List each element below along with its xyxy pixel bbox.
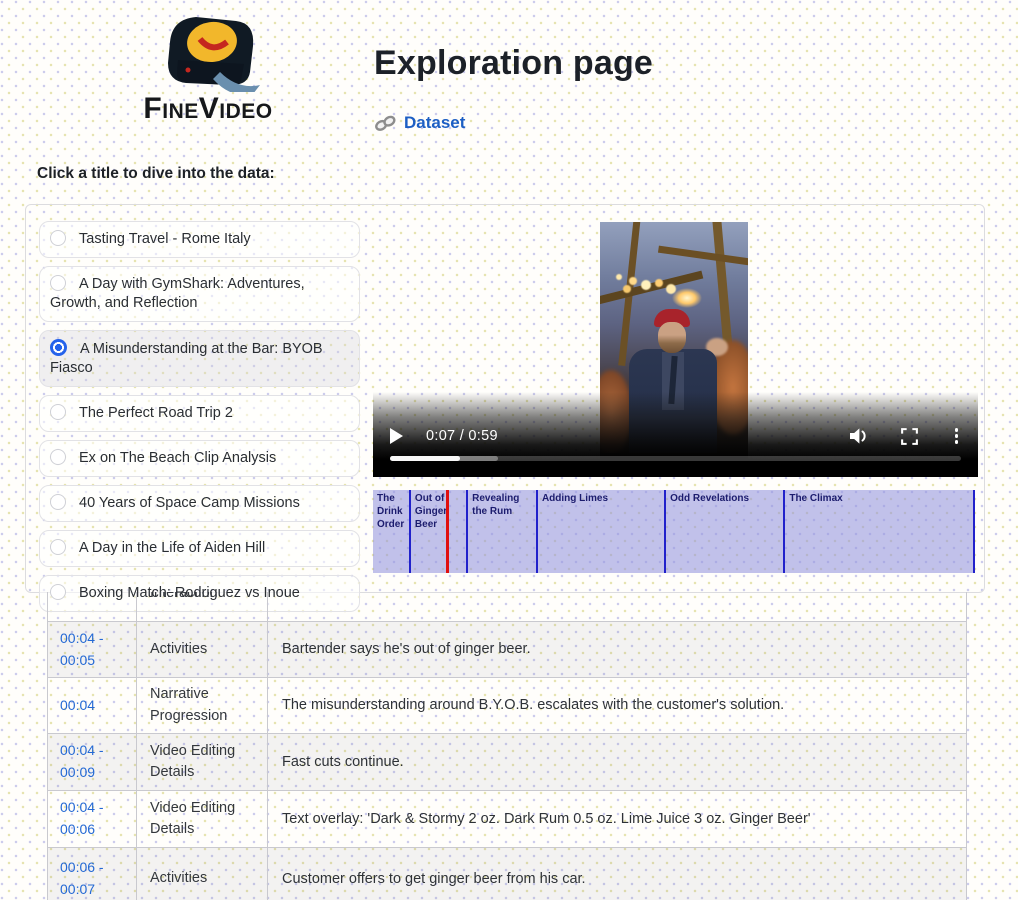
video-title-label: Tasting Travel - Rome Italy: [79, 231, 251, 247]
description-cell: Text overlay: 'Dark & Stormy 2 oz. Dark …: [268, 791, 967, 847]
dataset-link-row: Dataset: [374, 113, 465, 133]
category-cell: Activities: [137, 622, 268, 677]
timestamp-link[interactable]: [48, 592, 137, 621]
scene-timeline: The Drink Order Out of Ginger Beer Revea…: [373, 490, 975, 573]
timeline-segment[interactable]: Odd Revelations: [666, 490, 785, 573]
radio-icon[interactable]: [50, 449, 66, 465]
timestamp-link[interactable]: 00:06 - 00:07: [48, 848, 137, 900]
table-row: Interaction: [48, 592, 967, 622]
description-cell: Bartender says he's out of ginger beer.: [268, 622, 967, 677]
radio-icon[interactable]: [50, 539, 66, 555]
video-title-label: 40 Years of Space Camp Missions: [79, 495, 300, 511]
volume-icon[interactable]: [847, 427, 871, 445]
timeline-segment[interactable]: Out of Ginger Beer: [411, 490, 468, 573]
annotations-table: Interaction 00:04 - 00:05 Activities Bar…: [47, 592, 967, 900]
finevideo-logo: FineVideo: [118, 10, 298, 124]
play-icon[interactable]: [390, 428, 403, 444]
video-title-label: A Day with GymShark: Adventures, Growth,…: [50, 276, 305, 311]
title-block: Exploration page: [374, 44, 653, 83]
category-cell: Video Editing Details: [137, 791, 268, 847]
description-cell: Customer offers to get ginger beer from …: [268, 848, 967, 900]
description-cell: [268, 592, 967, 621]
timeline-segment-label: Out of Ginger Beer: [411, 490, 466, 531]
timeline-segment[interactable]: Adding Limes: [538, 490, 666, 573]
page-title: Exploration page: [374, 44, 653, 83]
table-row: 00:04 - 00:06 Video Editing Details Text…: [48, 791, 967, 848]
timeline-segment-label: The Drink Order: [373, 490, 409, 531]
annotations-table-body: Interaction 00:04 - 00:05 Activities Bar…: [48, 592, 967, 900]
timestamp-link[interactable]: 00:04 - 00:06: [48, 791, 137, 847]
man-face-shape: [658, 322, 686, 353]
radio-icon[interactable]: [50, 494, 66, 510]
timeline-segment[interactable]: The Drink Order: [373, 490, 411, 573]
category-cell: Video Editing Details: [137, 734, 268, 790]
timestamp-link[interactable]: 00:04 - 00:09: [48, 734, 137, 790]
time-display: 0:07 / 0:59: [426, 428, 498, 444]
timestamp-link[interactable]: 00:04 - 00:05: [48, 622, 137, 677]
video-title-option[interactable]: Tasting Travel - Rome Italy: [39, 221, 360, 258]
timeline-segment-label: The Climax: [785, 490, 973, 505]
video-title-label: A Misunderstanding at the Bar: BYOB Fias…: [50, 341, 323, 376]
window-beam-shape: [658, 246, 748, 266]
table-row: 00:06 - 00:07 Activities Customer offers…: [48, 848, 967, 900]
table-row: 00:04 - 00:05 Activities Bartender says …: [48, 622, 967, 678]
fullscreen-icon[interactable]: [901, 428, 918, 445]
radio-icon[interactable]: [50, 404, 66, 420]
playhead-marker[interactable]: [446, 490, 449, 573]
description-cell: The misunderstanding around B.Y.O.B. esc…: [268, 678, 967, 733]
table-row: 00:04 Narrative Progression The misunder…: [48, 678, 967, 734]
category-cell: Interaction: [137, 592, 268, 621]
video-title-option[interactable]: 40 Years of Space Camp Missions: [39, 485, 360, 522]
link-chain-icon: [374, 115, 397, 132]
string-lights-shape: [616, 274, 622, 280]
timeline-segment[interactable]: The Climax: [785, 490, 975, 573]
category-cell: Activities: [137, 848, 268, 900]
radio-icon[interactable]: [50, 339, 67, 356]
video-player[interactable]: 0:07 / 0:59: [373, 222, 978, 477]
player-controls: 0:07 / 0:59: [390, 425, 963, 447]
timestamp-link[interactable]: 00:04: [48, 678, 137, 733]
description-cell: Fast cuts continue.: [268, 734, 967, 790]
table-row: 00:04 - 00:09 Video Editing Details Fast…: [48, 734, 967, 791]
video-title-option[interactable]: The Perfect Road Trip 2: [39, 395, 360, 432]
radio-icon[interactable]: [50, 275, 66, 291]
video-title-option[interactable]: A Day with GymShark: Adventures, Growth,…: [39, 266, 360, 322]
timeline-segment-label: Adding Limes: [538, 490, 664, 505]
video-title-option[interactable]: Ex on The Beach Clip Analysis: [39, 440, 360, 477]
played-bar: [390, 456, 460, 461]
radio-icon[interactable]: [50, 230, 66, 246]
more-options-icon[interactable]: [950, 428, 964, 444]
category-cell: Narrative Progression: [137, 678, 268, 733]
video-title-option[interactable]: A Misunderstanding at the Bar: BYOB Fias…: [39, 330, 360, 387]
video-title-label: The Perfect Road Trip 2: [79, 405, 233, 421]
logo-wordmark: FineVideo: [118, 94, 298, 124]
video-title-label: A Day in the Life of Aiden Hill: [79, 540, 265, 556]
finevideo-tv-icon: [148, 10, 268, 92]
video-title-label: Ex on The Beach Clip Analysis: [79, 450, 276, 466]
list-prompt: Click a title to dive into the data:: [37, 165, 275, 183]
lamp-glow-shape: [672, 288, 702, 308]
progress-bar[interactable]: [390, 456, 961, 461]
timeline-segment[interactable]: Revealing the Rum: [468, 490, 538, 573]
dataset-link[interactable]: Dataset: [404, 113, 465, 133]
timeline-segment-label: Odd Revelations: [666, 490, 783, 505]
video-title-list: Tasting Travel - Rome Italy A Day with Gy…: [39, 221, 360, 612]
timeline-segment-label: Revealing the Rum: [468, 490, 536, 518]
video-title-option[interactable]: A Day in the Life of Aiden Hill: [39, 530, 360, 567]
finevideo-exploration-page: FineVideo Exploration page Dataset Click…: [0, 0, 1018, 900]
